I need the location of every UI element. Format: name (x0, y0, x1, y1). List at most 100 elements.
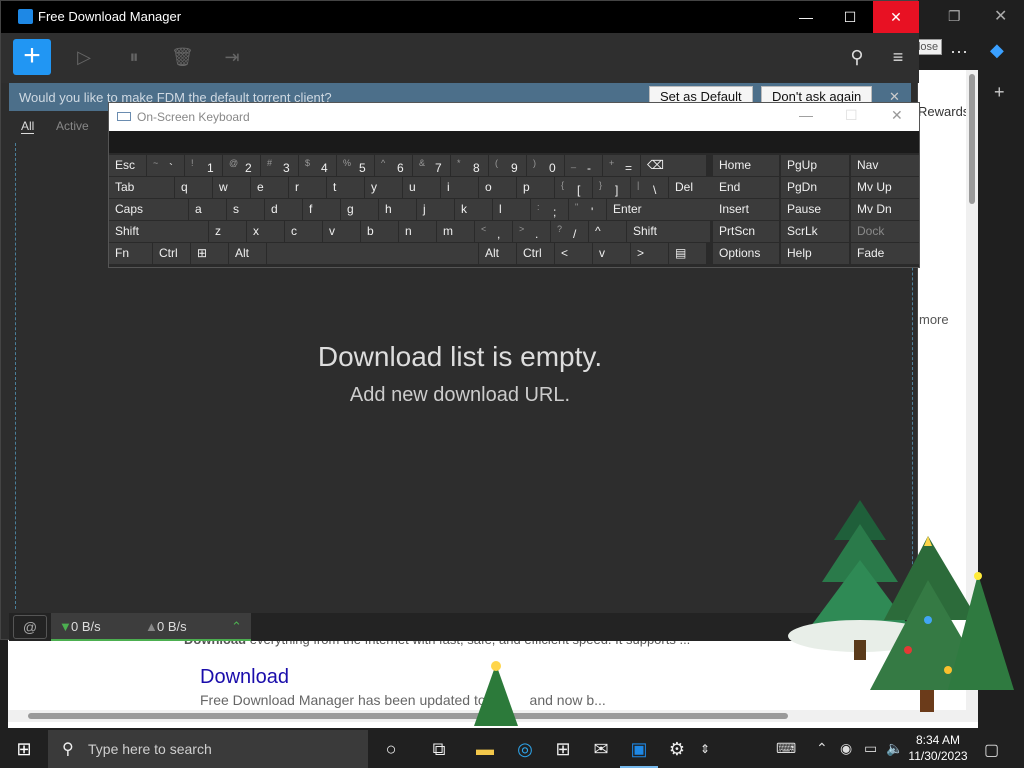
osk-key[interactable]: c (285, 221, 322, 242)
osk-key[interactable]: w (213, 177, 250, 198)
osk-key[interactable]: Alt (229, 243, 266, 264)
osk-key[interactable]: e (251, 177, 288, 198)
osk-key[interactable]: ▤ (669, 243, 706, 264)
osk-key[interactable]: }] (593, 177, 630, 198)
close-button[interactable]: ✕ (873, 1, 919, 33)
osk-key[interactable]: & 7 (413, 155, 450, 176)
osk-nav-key[interactable]: Fade (851, 243, 919, 264)
move-folder-icon[interactable]: ⇥ (221, 47, 243, 69)
osk-key[interactable]: b (361, 221, 398, 242)
osk-key[interactable]: d (265, 199, 302, 220)
osk-key[interactable]: ! 1 (185, 155, 222, 176)
osk-key[interactable]: Alt (479, 243, 516, 264)
osk-key[interactable]: ⌫ (641, 155, 706, 176)
meet-now-icon[interactable]: ◉ (840, 740, 852, 757)
more-link[interactable]: more (919, 312, 949, 327)
osk-key[interactable]: > (631, 243, 668, 264)
osk-key[interactable]: ) 0 (527, 155, 564, 176)
osk-key[interactable]: i (441, 177, 478, 198)
close-icon[interactable]: ✕ (994, 6, 1007, 26)
osk-key[interactable]: * 8 (451, 155, 488, 176)
minimize-button[interactable]: — (783, 1, 829, 33)
osk-key[interactable]: s (227, 199, 264, 220)
osk-key[interactable]: >. (513, 221, 550, 242)
osk-nav-key[interactable]: ScrLk (781, 221, 849, 242)
osk-key[interactable]: a (189, 199, 226, 220)
osk-key[interactable]: l (493, 199, 530, 220)
task-view-icon[interactable]: ⧉ (420, 730, 458, 768)
osk-key[interactable]: ~ ` (147, 155, 184, 176)
resume-icon[interactable]: ▷ (73, 47, 95, 69)
osk-key[interactable]: p (517, 177, 554, 198)
osk-key[interactable]: r (289, 177, 326, 198)
fdm-taskbar-icon[interactable]: ▣ (620, 730, 658, 768)
osk-nav-key[interactable]: PgDn (781, 177, 849, 198)
osk-nav-key[interactable]: Dock (851, 221, 919, 242)
osk-key[interactable]: + = (603, 155, 640, 176)
osk-key[interactable]: | \ (631, 177, 668, 198)
store-icon[interactable]: ⊞ (544, 730, 582, 768)
chevron-up-icon[interactable]: ⌃ (231, 619, 242, 635)
osk-nav-key[interactable]: Help (781, 243, 849, 264)
osk-key[interactable]: Fn (109, 243, 152, 264)
keyboard-tray-icon[interactable]: ⌨ (776, 740, 796, 757)
osk-key[interactable]: Del (669, 177, 716, 198)
osk-close-button[interactable]: ✕ (891, 107, 903, 124)
osk-key[interactable]: @2 (223, 155, 260, 176)
osk-key[interactable]: " ' (569, 199, 606, 220)
add-download-button[interactable]: + (13, 39, 51, 75)
osk-key[interactable]: x (247, 221, 284, 242)
maximize-button[interactable]: ☐ (827, 1, 873, 33)
settings-icon[interactable]: ⚙ (658, 730, 696, 768)
notifications-icon[interactable]: ▢ (984, 740, 999, 760)
speed-panel[interactable]: ▼ 0 B/s ▲ 0 B/s ⌃ (51, 613, 251, 641)
osk-key[interactable]: Shift (109, 221, 208, 242)
rewards-label[interactable]: Rewards (918, 104, 969, 119)
osk-key[interactable]: n (399, 221, 436, 242)
osk-nav-key[interactable]: PrtScn (713, 221, 779, 242)
osk-key[interactable]: Tab (109, 177, 174, 198)
more-options-icon[interactable]: ⋯ (950, 42, 968, 63)
osk-key[interactable]: q (175, 177, 212, 198)
osk-nav-key[interactable]: End (713, 177, 779, 198)
taskbar-scroll-icon[interactable]: ⇕ (696, 730, 714, 768)
osk-nav-key[interactable]: Options (713, 243, 779, 264)
osk-key[interactable]: h (379, 199, 416, 220)
osk-key[interactable]: ^ (589, 221, 626, 242)
osk-key[interactable]: m (437, 221, 474, 242)
chevron-up-icon[interactable]: ⌃ (816, 740, 828, 757)
osk-key[interactable]: f (303, 199, 340, 220)
osk-key[interactable]: ^ 6 (375, 155, 412, 176)
snail-mode-icon[interactable]: @ (13, 615, 47, 639)
osk-nav-key[interactable]: Nav (851, 155, 919, 176)
osk-nav-key[interactable]: Pause (781, 199, 849, 220)
copilot-icon[interactable]: ◆ (990, 40, 1004, 61)
osk-key[interactable]: (9 (489, 155, 526, 176)
osk-key[interactable]: j (417, 199, 454, 220)
osk-key[interactable]: y (365, 177, 402, 198)
osk-key[interactable]: Caps (109, 199, 188, 220)
restore-icon[interactable]: ❐ (948, 8, 961, 25)
menu-icon[interactable]: ≡ (887, 47, 909, 69)
edge-icon[interactable]: ◎ (506, 730, 544, 768)
network-icon[interactable]: ▭ (864, 740, 877, 757)
osk-nav-key[interactable]: Insert (713, 199, 779, 220)
osk-nav-key[interactable]: PgUp (781, 155, 849, 176)
start-button[interactable]: ⊞ (0, 730, 48, 768)
osk-key[interactable]: Enter (607, 199, 714, 220)
osk-key[interactable]: ? / (551, 221, 588, 242)
osk-key[interactable]: v (593, 243, 630, 264)
tab-active[interactable]: Active (56, 119, 89, 133)
osk-key[interactable]: Esc (109, 155, 146, 176)
result-title-link[interactable]: Download (200, 666, 289, 689)
osk-key[interactable]: z (209, 221, 246, 242)
clock[interactable]: 8:34 AM 11/30/2023 (900, 732, 976, 764)
osk-key[interactable]: <, (475, 221, 512, 242)
osk-key[interactable]: #3 (261, 155, 298, 176)
osk-key[interactable]: ⊞ (191, 243, 228, 264)
osk-key[interactable]: Ctrl (517, 243, 554, 264)
search-icon[interactable]: ⚲ (846, 47, 868, 69)
osk-key[interactable]: < (555, 243, 592, 264)
osk-nav-key[interactable]: Mv Dn (851, 199, 919, 220)
osk-key[interactable]: % 5 (337, 155, 374, 176)
